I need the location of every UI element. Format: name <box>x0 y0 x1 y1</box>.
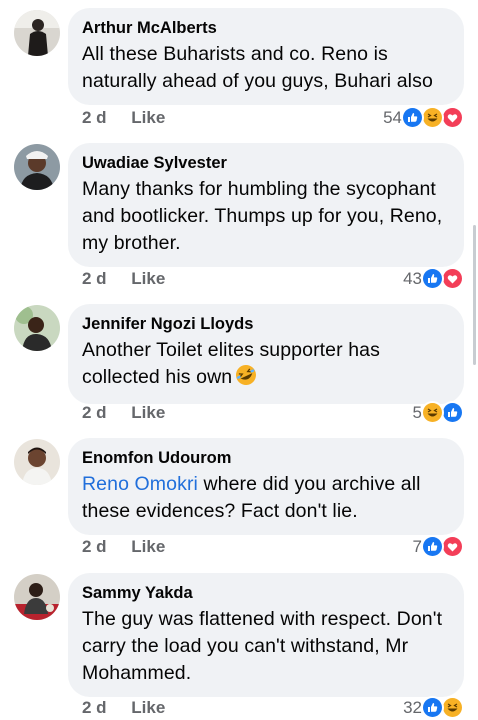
like-reaction-icon <box>421 535 444 558</box>
comment-text: All these Buharists and co. Reno is natu… <box>82 43 433 92</box>
reaction-summary[interactable]: 5 <box>413 401 464 424</box>
comment-author[interactable]: Enomfon Udourom <box>82 447 450 469</box>
comment-bubble: Jennifer Ngozi Lloyds Another Toilet eli… <box>68 304 464 404</box>
love-reaction-icon <box>441 267 464 290</box>
haha-reaction-icon <box>441 696 464 719</box>
like-button[interactable]: Like <box>131 108 165 127</box>
reaction-summary[interactable]: 7 <box>413 535 464 558</box>
avatar[interactable] <box>14 439 60 485</box>
comment-meta: 2 d Like <box>82 108 165 128</box>
avatar[interactable] <box>14 305 60 351</box>
comment-text: Many thanks for humbling the sycophant a… <box>82 178 443 254</box>
comment-meta: 2 d Like <box>82 537 165 557</box>
like-reaction-icon <box>401 106 424 129</box>
like-reaction-icon <box>421 696 444 719</box>
comment-author[interactable]: Sammy Yakda <box>82 582 450 604</box>
reaction-summary[interactable]: 32 <box>403 696 464 719</box>
comment-text: The guy was flattened with respect. Don'… <box>82 608 443 684</box>
scrollbar[interactable] <box>473 225 476 365</box>
comment-text-body: Another Toilet elites supporter has coll… <box>82 339 380 388</box>
comment-bubble: Enomfon Udourom Reno Omokri where did yo… <box>68 438 464 535</box>
reaction-summary[interactable]: 43 <box>403 267 464 290</box>
avatar[interactable] <box>14 574 60 620</box>
reaction-count: 32 <box>403 697 422 717</box>
like-reaction-icon <box>441 401 464 424</box>
love-reaction-icon <box>441 106 464 129</box>
haha-reaction-icon <box>421 401 444 424</box>
love-reaction-icon <box>441 535 464 558</box>
avatar[interactable] <box>14 144 60 190</box>
comment-text: Reno Omokri where did you archive all th… <box>82 471 450 525</box>
rolling-laughing-icon <box>235 364 257 394</box>
mention-link[interactable]: Reno Omokri <box>82 473 198 495</box>
comment-author[interactable]: Uwadiae Sylvester <box>82 152 450 174</box>
like-reaction-icon <box>421 267 444 290</box>
reaction-summary[interactable]: 54 <box>383 106 464 129</box>
reaction-count: 54 <box>383 107 402 127</box>
like-button[interactable]: Like <box>131 698 165 717</box>
comment-time[interactable]: 2 d <box>82 537 107 556</box>
comment-time[interactable]: 2 d <box>82 698 107 717</box>
comment-text: Another Toilet elites supporter has coll… <box>82 337 450 394</box>
like-button[interactable]: Like <box>131 269 165 288</box>
comment-time[interactable]: 2 d <box>82 269 107 288</box>
comment-meta: 2 d Like <box>82 698 165 718</box>
comment-bubble: Sammy Yakda The guy was flattened with r… <box>68 573 464 697</box>
comment-time[interactable]: 2 d <box>82 403 107 422</box>
like-button[interactable]: Like <box>131 403 165 422</box>
haha-reaction-icon <box>421 106 444 129</box>
comment-time[interactable]: 2 d <box>82 108 107 127</box>
comment-author[interactable]: Jennifer Ngozi Lloyds <box>82 313 450 335</box>
comment-meta: 2 d Like <box>82 403 165 423</box>
comment-bubble: Uwadiae Sylvester Many thanks for humbli… <box>68 143 464 267</box>
comment-meta: 2 d Like <box>82 269 165 289</box>
comment-bubble: Arthur McAlberts All these Buharists and… <box>68 8 464 105</box>
like-button[interactable]: Like <box>131 537 165 556</box>
comment-author[interactable]: Arthur McAlberts <box>82 17 450 39</box>
avatar[interactable] <box>14 10 60 56</box>
reaction-count: 43 <box>403 268 422 288</box>
